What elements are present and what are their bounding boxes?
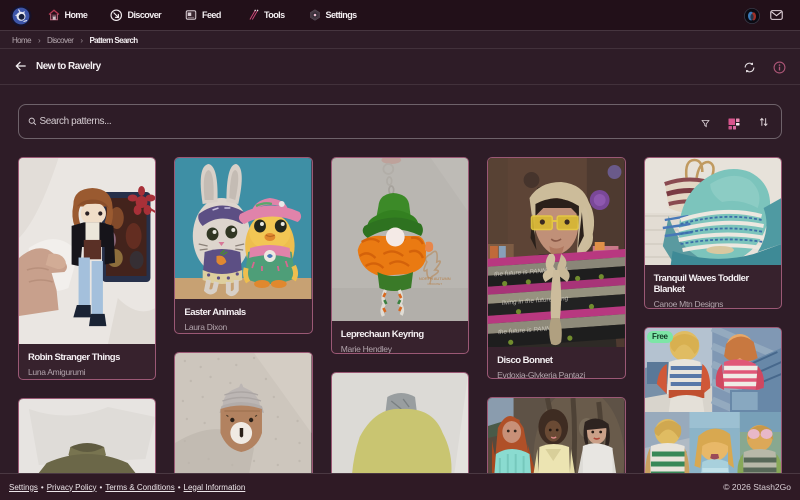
svg-text:CROCHET: CROCHET	[427, 282, 442, 286]
svg-text:NORTH AUTUMN: NORTH AUTUMN	[419, 276, 451, 281]
